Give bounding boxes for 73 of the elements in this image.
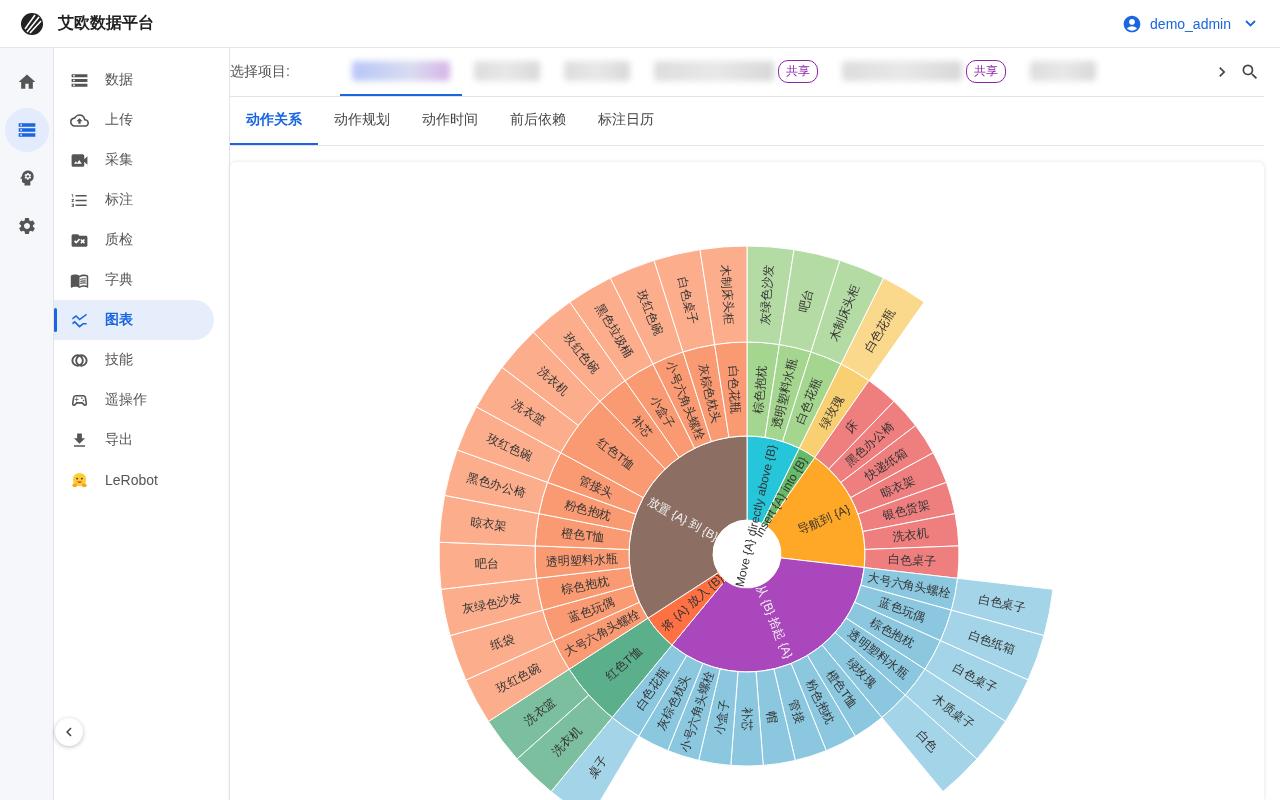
segment-label: 洗衣篮 — [509, 397, 548, 429]
segment-label: 白色桌子 — [977, 592, 1028, 615]
segment-label: 灰绿色沙发 — [757, 264, 777, 326]
segment-label: 吧台 — [796, 287, 816, 315]
menu-item[interactable]: 数据 — [54, 60, 214, 100]
menu-item[interactable]: 导出 — [54, 420, 214, 460]
shared-badge: 共享 — [778, 59, 818, 83]
segment-label: 棕色抱枕 — [750, 365, 769, 414]
storage-icon — [16, 120, 37, 140]
app-title: 艾欧数据平台 — [58, 13, 154, 33]
segment-label: 小盒子 — [712, 698, 732, 736]
menu-item[interactable]: 字典 — [54, 260, 214, 300]
collapse-button[interactable] — [55, 718, 83, 746]
project-tab[interactable]: 共享 — [642, 48, 830, 96]
redacted-text — [564, 61, 630, 81]
segment-label: 黑色办公椅 — [465, 470, 528, 500]
settings-icon — [16, 216, 37, 236]
chevron-down-icon — [1245, 20, 1256, 27]
line-chart-icon — [70, 310, 89, 330]
segment-label: 晾衣架 — [470, 515, 508, 534]
segment-label: 灰绿色沙发 — [460, 590, 523, 617]
segment-label: 导航到 {A} — [795, 501, 853, 538]
menu-item[interactable]: 遥操作 — [54, 380, 214, 420]
segment-label: 放置 {A} 到 {B} — [645, 494, 721, 544]
home-icon — [16, 72, 37, 92]
segment-label: 白色桌子 — [675, 275, 701, 326]
segment-label: 橙色T恤 — [560, 525, 606, 545]
segment-label: 从 {B} 拾起 {A} — [753, 582, 796, 661]
view-tab[interactable]: 动作规划 — [318, 97, 406, 145]
menu-item[interactable]: 采集 — [54, 140, 214, 180]
menu-item[interactable]: 技能 — [54, 340, 214, 380]
segment-label: 将 {A} 放入 {B} — [658, 571, 727, 634]
segment-label: 玫红色碗 — [485, 431, 535, 464]
segment-label: 管接 — [786, 697, 808, 725]
segment-label: 木制床头柜 — [717, 264, 737, 326]
redacted-text — [1030, 61, 1096, 81]
account-icon — [1122, 13, 1143, 34]
user-menu[interactable]: demo_admin — [1118, 9, 1260, 38]
redacted-text — [474, 61, 540, 81]
menu-item[interactable]: 图表 — [54, 300, 214, 340]
smiley-icon — [70, 470, 89, 490]
segment-label: 纸袋 — [488, 631, 516, 653]
segment-label: 玫红色碗 — [494, 660, 543, 696]
segment-label: 洗衣机 — [892, 526, 930, 545]
segment-label: 白色纸箱 — [966, 627, 1017, 657]
menu-item[interactable]: 标注 — [54, 180, 214, 220]
project-label: 选择项目: — [230, 63, 291, 81]
segment-label: 透明塑料水瓶 — [545, 551, 619, 569]
segment-label: 木制床头柜 — [826, 282, 862, 344]
view-tab[interactable]: 标注日历 — [582, 97, 670, 145]
view-tab[interactable]: 动作时间 — [406, 97, 494, 145]
segment-label: 桌子 — [584, 752, 611, 781]
segment-label: 白色花瓶 — [725, 365, 744, 414]
segment-label: 白色桌子 — [887, 552, 937, 569]
search-icon — [1240, 62, 1260, 82]
segment-label: 吧台 — [474, 556, 500, 572]
segment-label: 红色T恤 — [603, 644, 645, 684]
segment-label: 银色货架 — [881, 497, 932, 524]
view-tab[interactable]: 前后依赖 — [494, 97, 582, 145]
segment-label: 管接头 — [577, 472, 616, 501]
segment-label: 玫红色碗 — [634, 287, 666, 338]
shared-badge: 共享 — [966, 59, 1006, 83]
project-tab[interactable]: 共享 — [830, 48, 1018, 96]
menu-item[interactable]: LeRobot — [54, 460, 214, 500]
rail-button[interactable] — [4, 108, 49, 152]
view-tab[interactable]: 动作关系 — [230, 97, 318, 145]
menu-item[interactable]: 上传 — [54, 100, 214, 140]
segment-label: 帽 — [764, 710, 780, 725]
menu-item[interactable]: 质检 — [54, 220, 214, 260]
logo-icon — [20, 11, 44, 36]
segment-label: 补芯 — [740, 707, 754, 731]
segment-label: 棕色抱枕 — [560, 573, 610, 597]
segment-label: 白色花瓶 — [861, 306, 899, 355]
